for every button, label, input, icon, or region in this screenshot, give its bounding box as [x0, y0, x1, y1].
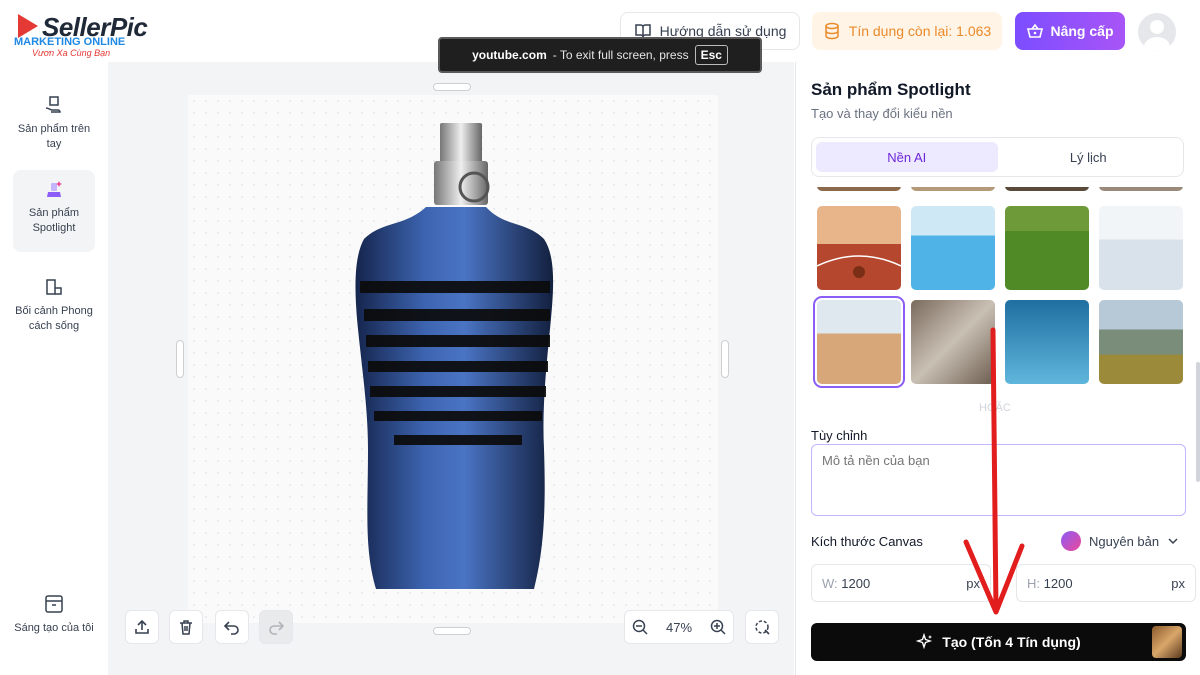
custom-label: Tùy chỉnh [811, 428, 868, 443]
background-thumb[interactable] [817, 187, 901, 191]
panel-scrollbar[interactable] [1196, 362, 1200, 482]
undo-icon [223, 621, 239, 635]
redo-button[interactable] [259, 610, 293, 644]
toast-esc-key: Esc [694, 45, 728, 65]
sidebar-item-label: Sản phẩm trên tay [17, 123, 91, 150]
generate-button[interactable]: Tạo (Tốn 4 Tín dụng) [811, 623, 1186, 661]
canvas-size-select[interactable]: Nguyên bản [1061, 529, 1187, 553]
height-key: H: [1027, 575, 1040, 591]
background-grid [811, 187, 1191, 392]
background-thumb-mountains[interactable] [1099, 300, 1183, 384]
sidebar-item-spotlight[interactable]: Sản phẩm Spotlight [13, 170, 95, 252]
upload-icon [135, 619, 149, 634]
upgrade-label: Nâng cấp [1050, 23, 1114, 39]
height-unit: px [1171, 575, 1185, 591]
custom-background-prompt-input[interactable] [811, 444, 1186, 516]
chevron-down-icon [1168, 538, 1178, 545]
right-panel: Sản phẩm Spotlight Tạo và thay đổi kiểu … [795, 62, 1200, 675]
panel-subtitle: Tạo và thay đổi kiểu nền [811, 106, 953, 121]
logo-play-icon [18, 14, 38, 38]
credits-label: Tín dụng còn lại: 1.063 [848, 23, 992, 39]
hand-product-icon [45, 96, 61, 113]
spotlight-icon [47, 181, 62, 197]
width-field[interactable]: W: 1200 px [811, 564, 991, 602]
canvas-size-label: Kích thước Canvas [811, 534, 923, 549]
resize-handle-top[interactable] [433, 83, 471, 91]
background-thumb-grass[interactable] [1005, 206, 1089, 290]
canvas-size-value: Nguyên bản [1089, 533, 1160, 549]
fullscreen-toast: youtube.com - To exit full screen, press… [438, 37, 762, 73]
canvas-area: 47% [108, 62, 794, 675]
generate-label: Tạo (Tốn 4 Tín dụng) [942, 634, 1081, 650]
sidebar-item-label: Bối cảnh Phong cách sống [15, 305, 93, 332]
toast-message: - To exit full screen, press [552, 48, 689, 62]
width-unit: px [966, 575, 980, 591]
resize-handle-left[interactable] [176, 340, 184, 378]
upgrade-button[interactable]: Nâng cấp [1015, 12, 1125, 50]
undo-button[interactable] [215, 610, 249, 644]
app-root: SellerPic MARKETING ONLINE Vươn Xa Cùng … [0, 0, 1200, 675]
background-thumb[interactable] [1099, 187, 1183, 191]
sidebar-item-label: Sáng tạo của tôi [14, 622, 94, 634]
background-thumb-underwater[interactable] [1005, 300, 1089, 384]
tab-background-history[interactable]: Lý lịch [998, 142, 1180, 172]
toast-site: youtube.com [472, 48, 547, 62]
background-thumb[interactable] [911, 187, 995, 191]
background-thumb-pool[interactable] [911, 206, 995, 290]
zoom-value: 47% [665, 619, 693, 635]
credits-badge[interactable]: Tín dụng còn lại: 1.063 [812, 12, 1002, 50]
tab-ai-background[interactable]: Nền AI [816, 142, 998, 172]
basketball-court-image [817, 255, 901, 278]
refresh-fit-icon [755, 620, 770, 635]
width-value: 1200 [841, 575, 871, 591]
trash-icon [180, 620, 192, 635]
sparkle-icon [916, 633, 933, 650]
or-divider: HOẶC [979, 402, 1011, 414]
generate-preview-thumbnail [1152, 626, 1182, 658]
watermark-line1: MARKETING ONLINE [14, 36, 126, 48]
width-key: W: [822, 575, 838, 591]
zoom-in-icon[interactable] [709, 618, 727, 636]
fit-screen-button[interactable] [745, 610, 779, 644]
resize-handle-bottom[interactable] [433, 627, 471, 635]
redo-icon [269, 621, 285, 635]
lifestyle-icon [46, 279, 62, 295]
watermark-line2: Vươn Xa Cùng Bạn [32, 48, 111, 58]
user-avatar[interactable] [1138, 13, 1176, 51]
background-thumb-basketball-court[interactable] [817, 206, 901, 290]
lightning-icon [1061, 531, 1081, 551]
coins-icon [825, 22, 839, 40]
sidebar-item-my-creations[interactable]: Sáng tạo của tôi [13, 585, 95, 655]
crown-basket-icon [1027, 23, 1044, 38]
zoom-out-icon[interactable] [631, 618, 649, 636]
height-field[interactable]: H: 1200 px [1016, 564, 1196, 602]
sidebar-item-product-in-hand[interactable]: Sản phẩm trên tay [13, 86, 95, 156]
left-sidebar: Sản phẩm trên tay Sản phẩm Spotlight Bối… [0, 62, 108, 675]
height-value: 1200 [1043, 575, 1073, 591]
sidebar-item-lifestyle[interactable]: Bối cảnh Phong cách sống [13, 268, 95, 354]
resize-handle-right[interactable] [721, 340, 729, 378]
zoom-control: 47% [624, 610, 734, 644]
background-thumb-desert-dunes[interactable] [813, 296, 905, 388]
brand-logo[interactable]: SellerPic MARKETING ONLINE Vươn Xa Cùng … [14, 10, 164, 58]
sidebar-item-label: Sản phẩm Spotlight [28, 207, 80, 234]
background-thumb-rocks[interactable] [911, 300, 995, 384]
background-thumb-snow[interactable] [1099, 206, 1183, 290]
perfume-bottle-image [355, 123, 554, 589]
panel-title: Sản phẩm Spotlight [811, 80, 971, 99]
artboard[interactable] [188, 95, 718, 623]
export-button[interactable] [125, 610, 159, 644]
delete-button[interactable] [169, 610, 203, 644]
background-tabs: Nền AI Lý lịch [811, 137, 1184, 177]
archive-icon [45, 595, 63, 613]
background-thumb[interactable] [1005, 187, 1089, 191]
